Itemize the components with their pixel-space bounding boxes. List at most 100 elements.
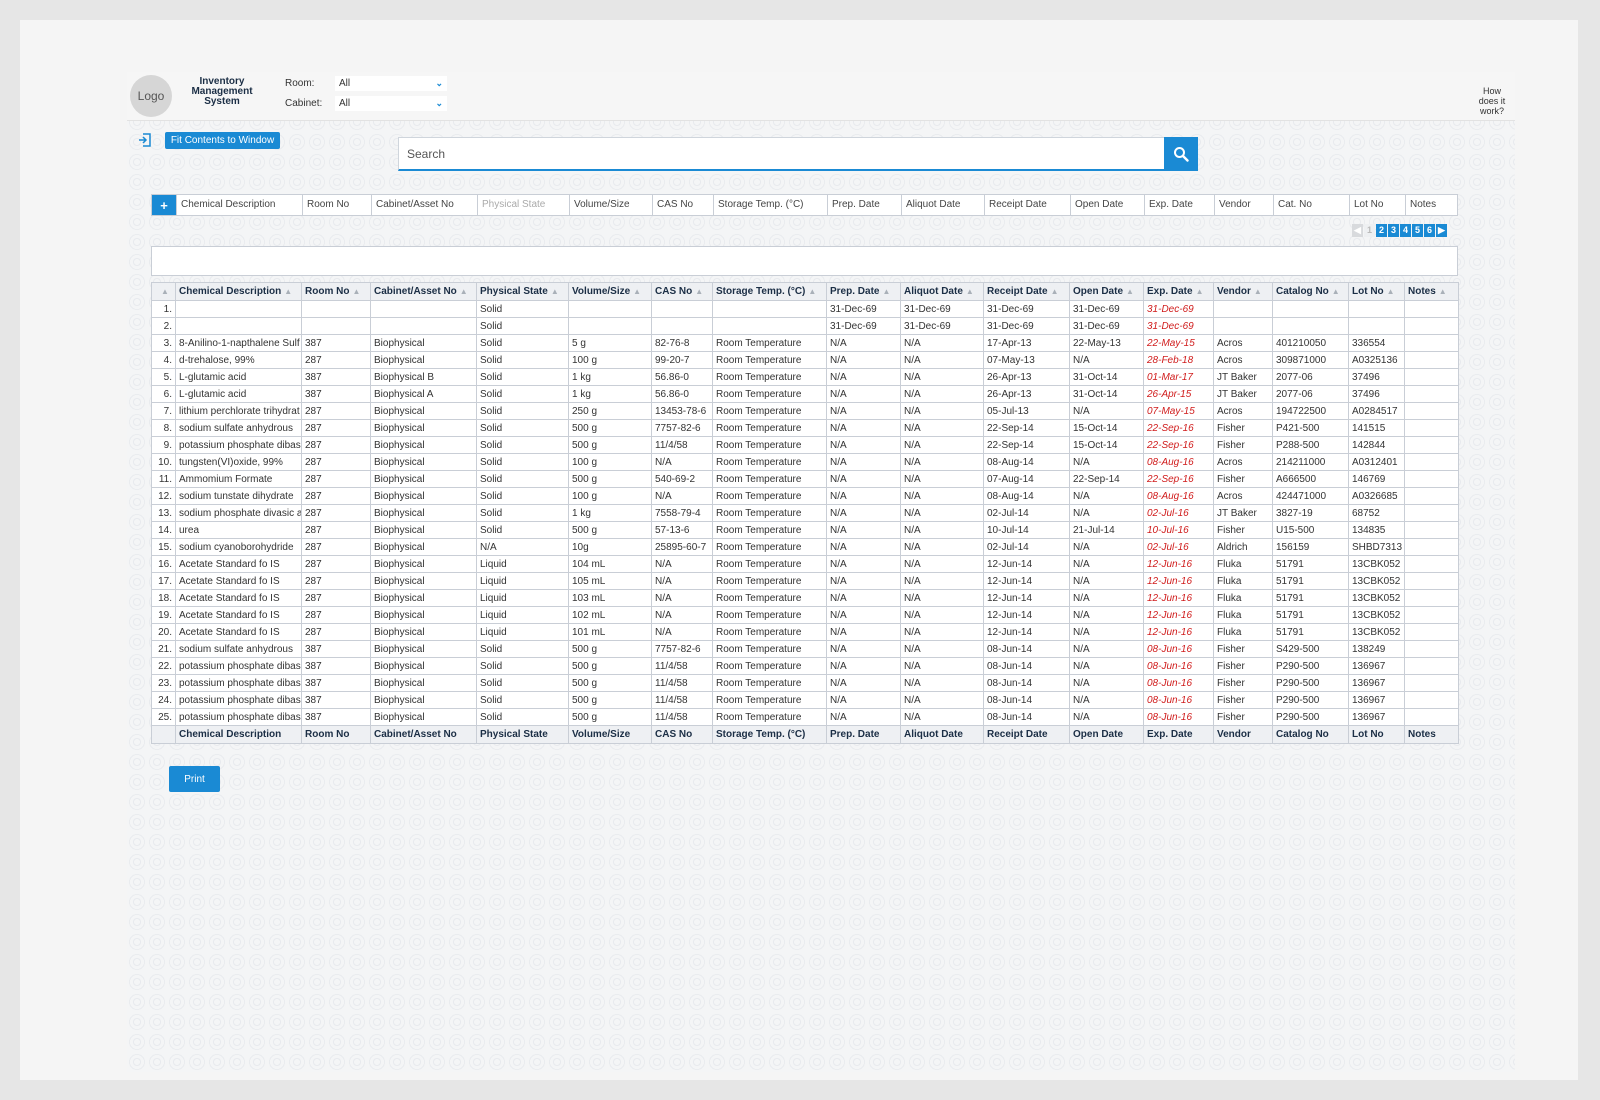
column-header[interactable]: Catalog No ▲ <box>1272 282 1349 301</box>
column-header[interactable]: Chemical Description ▲ <box>175 282 302 301</box>
table-cell: Liquid <box>476 623 569 641</box>
table-row[interactable]: 3. 8-Anilino-1-napthalene Sulf 387 Biophysi… <box>151 334 1459 352</box>
column-header[interactable]: Lot No ▲ <box>1348 282 1405 301</box>
column-toggle[interactable]: Storage Temp. (°C) <box>713 195 827 215</box>
filter-panel[interactable] <box>151 246 1458 276</box>
room-select[interactable]: All ⌄ <box>335 76 447 91</box>
window-frame: Logo Inventory Management System Room: A… <box>20 20 1578 1080</box>
column-header[interactable]: CAS No ▲ <box>651 282 713 301</box>
fit-contents-button[interactable]: Fit Contents to Window <box>165 132 280 149</box>
table-cell <box>1404 708 1459 726</box>
table-cell: Solid <box>476 300 569 318</box>
column-toggle[interactable]: Vendor <box>1214 195 1273 215</box>
table-row[interactable]: 7. lithium perchlorate trihydrat 287 Biophy… <box>151 402 1459 420</box>
table-cell: 22-Sep-14 <box>983 436 1070 454</box>
search-button[interactable] <box>1164 137 1198 171</box>
column-toggle[interactable]: Exp. Date <box>1144 195 1214 215</box>
plus-icon[interactable]: + <box>152 195 176 215</box>
column-toggle[interactable]: Physical State <box>477 195 569 215</box>
page-button[interactable]: 2 <box>1376 224 1387 237</box>
column-toggle[interactable]: Cabinet/Asset No <box>371 195 477 215</box>
column-header[interactable]: Room No ▲ <box>301 282 371 301</box>
table-row[interactable]: 19. Acetate Standard fo IS 287 Biophysical L… <box>151 606 1459 624</box>
column-header[interactable]: Storage Temp. (°C) ▲ <box>712 282 827 301</box>
column-header[interactable]: Notes ▲ <box>1404 282 1459 301</box>
column-header[interactable]: Volume/Size ▲ <box>568 282 652 301</box>
table-row[interactable]: 2. Solid 31-Dec-69 31-Dec-69 31-Dec-69 31-Dec… <box>151 317 1459 335</box>
table-row[interactable]: 12. sodium tunstate dihydrate 287 Biophysic… <box>151 487 1459 505</box>
sort-arrow-icon: ▲ <box>1195 287 1204 296</box>
table-cell: 287 <box>301 572 371 590</box>
table-row[interactable]: 21. sodium sulfate anhydrous 387 Biophysica… <box>151 640 1459 658</box>
row-number-header[interactable]: ▲ <box>151 282 176 301</box>
column-header[interactable]: Aliquot Date ▲ <box>900 282 984 301</box>
page-button[interactable]: 3 <box>1388 224 1399 237</box>
table-cell: Biophysical <box>370 589 477 607</box>
table-row[interactable]: 16. Acetate Standard fo IS 287 Biophysical L… <box>151 555 1459 573</box>
table-row[interactable]: 20. Acetate Standard fo IS 287 Biophysical L… <box>151 623 1459 641</box>
column-header[interactable]: Receipt Date ▲ <box>983 282 1070 301</box>
column-toggle[interactable]: Open Date <box>1070 195 1144 215</box>
table-row[interactable]: 8. sodium sulfate anhydrous 287 Biophysical… <box>151 419 1459 437</box>
column-toggle[interactable]: Notes <box>1405 195 1457 215</box>
table-row[interactable]: 6. L-glutamic acid 387 Biophysical A Solid 1 … <box>151 385 1459 403</box>
table-cell: Room Temperature <box>712 572 827 590</box>
column-toggle[interactable]: Aliquot Date <box>901 195 984 215</box>
table-row[interactable]: 10. tungsten(VI)oxide, 99% 287 Biophysical S… <box>151 453 1459 471</box>
page-button[interactable]: 6 <box>1424 224 1435 237</box>
table-body: 1. Solid 31-Dec-69 31-Dec-69 31-Dec-69 31-Dec… <box>151 300 1459 726</box>
table-row[interactable]: 24. potassium phosphate dibas 387 Biophysic… <box>151 691 1459 709</box>
table-cell: 11/4/58 <box>651 657 713 675</box>
search-input[interactable] <box>399 138 1167 169</box>
column-toggle[interactable]: Volume/Size <box>569 195 652 215</box>
page-button[interactable]: 4 <box>1400 224 1411 237</box>
next-arrow-icon[interactable]: ▶ <box>1436 224 1447 237</box>
table-row[interactable]: 11. Ammomium Formate 287 Biophysical Solid 50… <box>151 470 1459 488</box>
column-toggle[interactable]: Chemical Description <box>176 195 302 215</box>
page-button[interactable]: 1 <box>1364 224 1375 237</box>
table-row[interactable]: 17. Acetate Standard fo IS 287 Biophysical L… <box>151 572 1459 590</box>
table-cell: 02-Jul-16 <box>1143 504 1214 522</box>
table-row[interactable]: 14. urea 287 Biophysical Solid 500 g 57-13-6 Ro… <box>151 521 1459 539</box>
prev-arrow-icon[interactable]: ◀ <box>1352 224 1363 237</box>
table-cell: N/A <box>900 419 984 437</box>
table-row[interactable]: 25. potassium phosphate dibas 387 Biophysic… <box>151 708 1459 726</box>
column-footer-label: Room No <box>305 729 350 740</box>
table-row[interactable]: 18. Acetate Standard fo IS 287 Biophysical L… <box>151 589 1459 607</box>
page-button[interactable]: 5 <box>1412 224 1423 237</box>
column-header[interactable]: Exp. Date ▲ <box>1143 282 1214 301</box>
table-row[interactable]: 15. sodium cyanoborohydride 287 Biophysical… <box>151 538 1459 556</box>
column-toggle[interactable]: CAS No <box>652 195 713 215</box>
column-toggle[interactable]: Cat. No <box>1273 195 1349 215</box>
table-cell: 136967 <box>1348 691 1405 709</box>
table-cell: 387 <box>301 674 371 692</box>
column-toggle[interactable]: Receipt Date <box>984 195 1070 215</box>
column-footer-label: Exp. Date <box>1147 729 1193 740</box>
cabinet-select[interactable]: All ⌄ <box>335 96 447 111</box>
table-cell: 08-Jun-14 <box>983 674 1070 692</box>
row-number: 7. <box>151 402 176 420</box>
column-toggle[interactable]: Lot No <box>1349 195 1405 215</box>
column-header[interactable]: Prep. Date ▲ <box>826 282 901 301</box>
table-row[interactable]: 5. L-glutamic acid 387 Biophysical B Solid 1 … <box>151 368 1459 386</box>
column-header[interactable]: Vendor ▲ <box>1213 282 1273 301</box>
print-button[interactable]: Print <box>169 766 220 792</box>
table-row[interactable]: 9. potassium phosphate dibas 287 Biophysica… <box>151 436 1459 454</box>
table-cell: 500 g <box>568 640 652 658</box>
table-cell: N/A <box>826 674 901 692</box>
table-row[interactable]: 23. potassium phosphate dibas 387 Biophysic… <box>151 674 1459 692</box>
table-cell <box>1213 317 1273 335</box>
column-header[interactable]: Open Date ▲ <box>1069 282 1144 301</box>
how-it-works-link[interactable]: How does it work? <box>1476 86 1508 116</box>
exit-icon[interactable] <box>138 133 152 147</box>
table-row[interactable]: 1. Solid 31-Dec-69 31-Dec-69 31-Dec-69 31-Dec… <box>151 300 1459 318</box>
column-header[interactable]: Cabinet/Asset No ▲ <box>370 282 477 301</box>
table-row[interactable]: 22. potassium phosphate dibas 387 Biophysic… <box>151 657 1459 675</box>
table-row[interactable]: 4. d-trehalose, 99% 287 Biophysical Solid 100… <box>151 351 1459 369</box>
column-header[interactable]: Physical State ▲ <box>476 282 569 301</box>
column-toggle[interactable]: Room No <box>302 195 371 215</box>
table-row[interactable]: 13. sodium phosphate divasic a 287 Biophysi… <box>151 504 1459 522</box>
search-icon <box>1174 147 1189 162</box>
table-cell: N/A <box>826 521 901 539</box>
column-toggle[interactable]: Prep. Date <box>827 195 901 215</box>
